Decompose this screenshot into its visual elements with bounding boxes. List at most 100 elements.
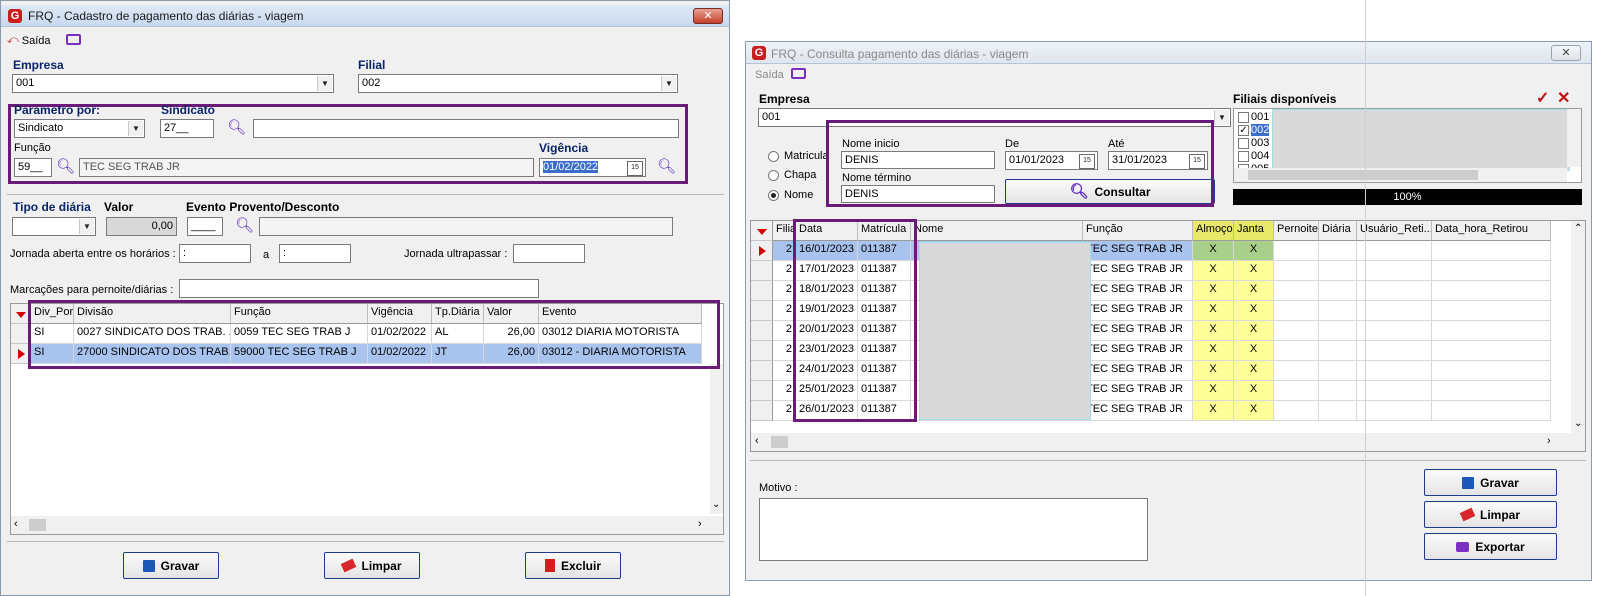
search-icon[interactable]: 🔍︎ — [235, 218, 254, 234]
row-indicator[interactable] — [751, 341, 773, 361]
table-cell[interactable] — [1319, 281, 1357, 301]
checkbox-icon[interactable] — [1238, 137, 1249, 149]
hora-fim-input[interactable]: : — [279, 244, 351, 263]
table-cell[interactable] — [1357, 361, 1432, 381]
table-cell[interactable] — [1274, 361, 1319, 381]
table-cell[interactable] — [1319, 261, 1357, 281]
table-cell[interactable]: X — [1234, 301, 1274, 321]
monitor-icon[interactable] — [791, 68, 806, 79]
table-cell[interactable]: X — [1234, 281, 1274, 301]
checkbox-icon[interactable] — [1238, 150, 1249, 162]
row-indicator[interactable] — [751, 241, 773, 261]
table-cell[interactable] — [1274, 261, 1319, 281]
scroll-thumb[interactable] — [771, 436, 788, 448]
table-cell[interactable] — [1319, 321, 1357, 341]
funcao-code-input[interactable]: 59__ — [14, 158, 52, 177]
vigencia-input[interactable]: 01/02/2022 15 — [539, 158, 646, 177]
table-cell[interactable] — [1432, 341, 1551, 361]
filial-item[interactable]: 004 — [1238, 150, 1269, 162]
evento-input[interactable]: ____ — [187, 217, 223, 236]
scroll-thumb[interactable] — [1248, 170, 1478, 180]
table-cell[interactable]: X — [1234, 361, 1274, 381]
gravar-button[interactable]: Gravar — [1424, 469, 1557, 496]
table-cell[interactable]: TEC SEG TRAB JR — [1083, 301, 1193, 321]
table-cell[interactable]: X — [1193, 401, 1234, 421]
table-cell[interactable]: X — [1234, 401, 1274, 421]
table-cell[interactable] — [1274, 341, 1319, 361]
table-cell[interactable]: TEC SEG TRAB JR — [1083, 401, 1193, 421]
table-cell[interactable] — [1357, 321, 1432, 341]
marcacoes-input[interactable] — [179, 279, 539, 298]
table-cell[interactable] — [1432, 361, 1551, 381]
table-cell[interactable]: TEC SEG TRAB JR — [1083, 281, 1193, 301]
search-icon[interactable]: 🔍︎ — [657, 159, 676, 175]
filial-select[interactable]: 002 ▼ — [358, 74, 678, 93]
table-cell[interactable]: X — [1234, 381, 1274, 401]
table-cell[interactable]: X — [1193, 281, 1234, 301]
radio-matricula[interactable]: Matricula — [768, 150, 829, 162]
table-cell[interactable] — [1357, 281, 1432, 301]
table-cell[interactable] — [1274, 241, 1319, 261]
radio-chapa[interactable]: Chapa — [768, 169, 816, 181]
horizontal-scrollbar[interactable]: ‹ › — [751, 433, 1585, 451]
table-cell[interactable]: X — [1193, 241, 1234, 261]
table-cell[interactable]: X — [1193, 261, 1234, 281]
table-cell[interactable] — [1319, 341, 1357, 361]
cancel-x-icon[interactable]: ✕ — [1557, 88, 1570, 108]
table-cell[interactable] — [1432, 401, 1551, 421]
table-cell[interactable]: X — [1234, 241, 1274, 261]
table-cell[interactable] — [1357, 401, 1432, 421]
checkbox-icon[interactable] — [1238, 111, 1249, 123]
search-icon[interactable]: 🔍︎ — [227, 120, 246, 136]
table-cell[interactable]: X — [1193, 381, 1234, 401]
vertical-scrollbar[interactable]: ⌃ ⌄ — [1571, 221, 1585, 433]
table-cell[interactable] — [1357, 301, 1432, 321]
row-indicator[interactable] — [751, 301, 773, 321]
filial-item[interactable]: 001 — [1238, 111, 1269, 123]
table-cell[interactable] — [1432, 381, 1551, 401]
gravar-button[interactable]: Gravar — [123, 552, 219, 579]
close-button[interactable]: ✕ — [1551, 45, 1581, 61]
row-indicator[interactable] — [751, 321, 773, 341]
vertical-scrollbar[interactable] — [1567, 109, 1581, 167]
table-cell[interactable]: X — [1193, 301, 1234, 321]
empresa-select[interactable]: 001 ▼ — [12, 74, 334, 93]
close-button[interactable]: ✕ — [693, 8, 723, 24]
table-cell[interactable]: TEC SEG TRAB JR — [1083, 361, 1193, 381]
motivo-textarea[interactable] — [759, 498, 1148, 561]
table-cell[interactable] — [1274, 301, 1319, 321]
sindicato-input[interactable]: 27__ — [160, 119, 214, 138]
scroll-thumb[interactable] — [29, 519, 46, 531]
saida-menu[interactable]: Saída — [755, 69, 784, 81]
table-cell[interactable]: TEC SEG TRAB JR — [1083, 321, 1193, 341]
table-cell[interactable] — [1319, 381, 1357, 401]
exportar-button[interactable]: Exportar — [1424, 533, 1557, 560]
row-indicator[interactable] — [751, 361, 773, 381]
vertical-scrollbar[interactable]: ⌄ — [710, 364, 723, 514]
table-cell[interactable] — [1319, 401, 1357, 421]
row-indicator[interactable] — [751, 381, 773, 401]
table-cell[interactable] — [1432, 321, 1551, 341]
tipo-select[interactable]: ▼ — [12, 217, 96, 236]
row-indicator[interactable] — [751, 401, 773, 421]
valor-input[interactable]: 0,00 — [106, 217, 177, 236]
table-cell[interactable]: X — [1234, 261, 1274, 281]
search-icon[interactable]: 🔍︎ — [56, 159, 75, 175]
radio-nome[interactable]: Nome — [768, 189, 813, 201]
calendar-icon[interactable]: 15 — [627, 161, 643, 176]
parametro-select[interactable]: Sindicato ▼ — [14, 119, 145, 138]
table-cell[interactable]: TEC SEG TRAB JR — [1083, 341, 1193, 361]
hora-inicio-input[interactable]: : — [179, 244, 251, 263]
jornada-ultra-input[interactable] — [513, 244, 585, 263]
checkbox-icon[interactable]: ✓ — [1238, 124, 1249, 136]
table-cell[interactable] — [1274, 381, 1319, 401]
table-cell[interactable] — [1319, 241, 1357, 261]
table-cell[interactable] — [1432, 241, 1551, 261]
limpar-button[interactable]: Limpar — [324, 552, 420, 579]
table-cell[interactable] — [1357, 241, 1432, 261]
confirm-check-icon[interactable]: ✓ — [1536, 88, 1549, 108]
table-cell[interactable] — [1432, 301, 1551, 321]
table-cell[interactable] — [1274, 401, 1319, 421]
monitor-icon[interactable] — [66, 34, 81, 45]
row-indicator[interactable] — [751, 261, 773, 281]
